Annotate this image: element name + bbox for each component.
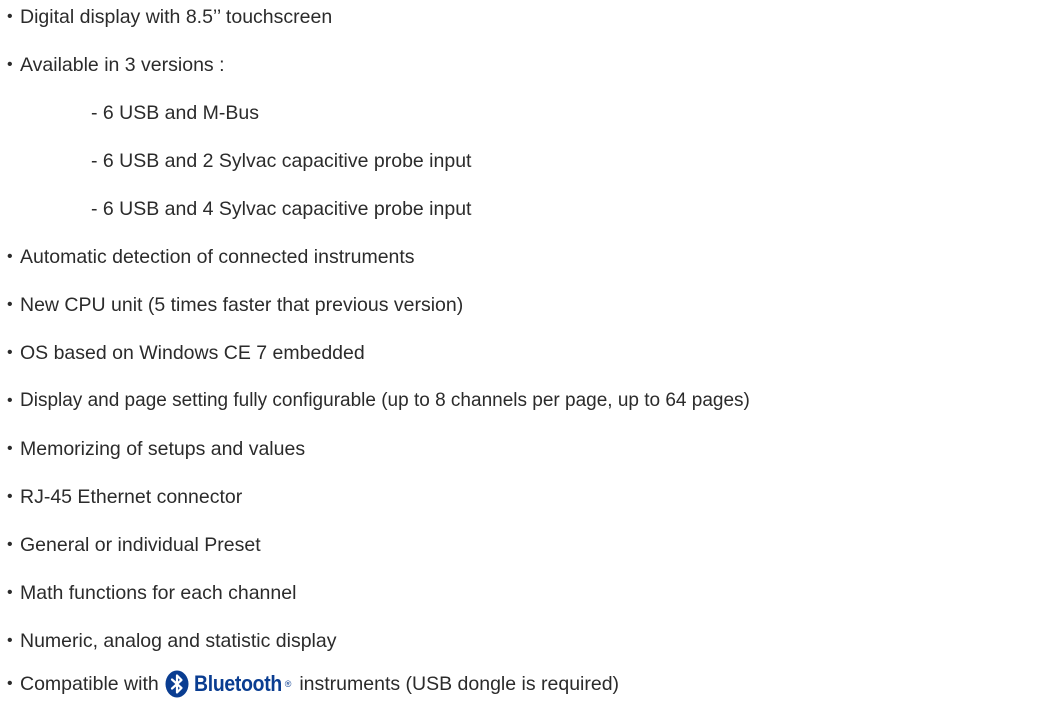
bluetooth-prefix-text: Compatible with <box>20 672 159 695</box>
bullet: • <box>7 440 13 457</box>
list-item-text: New CPU unit (5 times faster that previo… <box>20 293 464 316</box>
bullet: • <box>7 632 13 649</box>
list-item: • Memorizing of setups and values <box>0 434 305 464</box>
bullet: • <box>7 56 13 73</box>
bullet: • <box>7 584 13 601</box>
list-item-text: Math functions for each channel <box>20 581 297 604</box>
list-item-text: Numeric, analog and statistic display <box>20 629 337 652</box>
bullet: • <box>7 248 13 265</box>
list-item-text: Display and page setting fully configura… <box>20 390 750 411</box>
bluetooth-wordmark: Bluetooth <box>193 671 282 696</box>
list-item: • General or individual Preset <box>0 530 261 560</box>
list-item-text: Automatic detection of connected instrum… <box>20 245 415 268</box>
list-item: • Digital display with 8.5’’ touchscreen <box>0 2 332 32</box>
list-item-text: Memorizing of setups and values <box>20 437 306 460</box>
list-item: • Math functions for each channel <box>0 578 296 608</box>
list-item: • Automatic detection of connected instr… <box>0 242 415 272</box>
list-item: • Display and page setting fully configu… <box>0 386 750 416</box>
bullet: • <box>7 536 13 553</box>
bluetooth-icon <box>165 670 189 698</box>
list-item-text: RJ-45 Ethernet connector <box>20 485 243 508</box>
bullet: • <box>7 296 13 313</box>
sub-list-item-text: - 6 USB and 4 Sylvac capacitive probe in… <box>91 197 472 220</box>
list-item-bluetooth: • Compatible with Bluetooth ® instrument… <box>0 669 619 699</box>
bullet: • <box>7 344 13 361</box>
list-item: • Numeric, analog and statistic display <box>0 626 337 656</box>
registered-mark: ® <box>284 679 292 689</box>
list-item-text: OS based on Windows CE 7 embedded <box>20 341 365 364</box>
list-item-text: Digital display with 8.5’’ touchscreen <box>20 5 333 28</box>
list-item-text: Available in 3 versions : <box>20 53 225 76</box>
bullet: • <box>7 8 13 25</box>
bullet: • <box>7 675 13 692</box>
list-item: • RJ-45 Ethernet connector <box>0 482 242 512</box>
sub-list-item-text: - 6 USB and M-Bus <box>91 101 259 124</box>
bluetooth-logo: Bluetooth ® <box>163 670 294 698</box>
bullet: • <box>7 488 13 505</box>
list-item: • Available in 3 versions : <box>0 50 225 80</box>
sub-list-item: - 6 USB and 2 Sylvac capacitive probe in… <box>0 146 471 176</box>
bullet: • <box>7 392 13 409</box>
list-item: • OS based on Windows CE 7 embedded <box>0 338 365 368</box>
sub-list-item: - 6 USB and 4 Sylvac capacitive probe in… <box>0 194 471 224</box>
list-item-text: General or individual Preset <box>20 533 261 556</box>
sub-list-item-text: - 6 USB and 2 Sylvac capacitive probe in… <box>91 149 472 172</box>
sub-list-item: - 6 USB and M-Bus <box>0 98 259 128</box>
list-item: • New CPU unit (5 times faster that prev… <box>0 290 463 320</box>
bluetooth-suffix-text: instruments (USB dongle is required) <box>299 672 620 695</box>
